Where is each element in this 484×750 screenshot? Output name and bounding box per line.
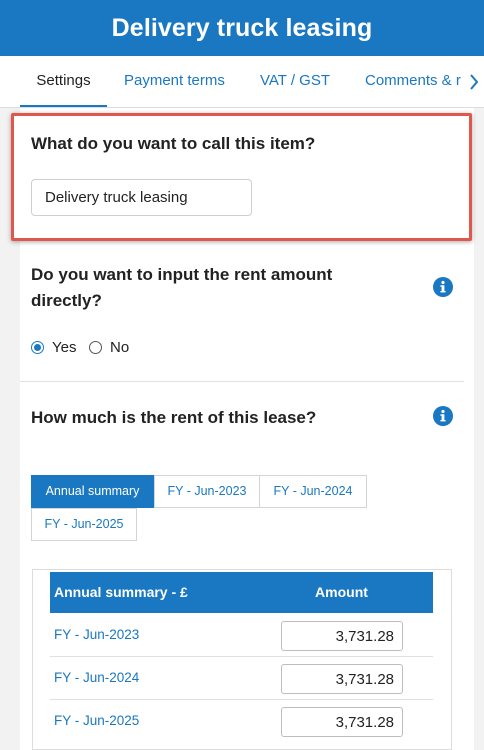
radio-yes-circle[interactable]	[31, 341, 44, 354]
info-icon[interactable]	[433, 406, 453, 426]
amount-input[interactable]	[281, 621, 403, 651]
table-row-divider	[50, 699, 433, 700]
rent-direct-question-line1: Do you want to input the rent amount	[31, 265, 333, 284]
table-header-amount: Amount	[250, 572, 433, 613]
tab-settings[interactable]: Settings	[20, 56, 107, 107]
amount-input[interactable]	[281, 707, 403, 737]
period-tab-annual-summary[interactable]: Annual summary	[31, 475, 154, 508]
section-divider	[20, 381, 464, 382]
table-row-label: FY - Jun-2023	[54, 627, 140, 642]
radio-yes[interactable]: Yes	[31, 339, 76, 356]
radio-no-circle[interactable]	[89, 341, 102, 354]
tab-vat-gst[interactable]: VAT / GST	[260, 56, 330, 107]
amount-input[interactable]	[281, 664, 403, 694]
rent-direct-question-line2: directly?	[31, 291, 102, 310]
radio-no-label: No	[110, 339, 130, 356]
period-tab-fy-jun-2025[interactable]: FY - Jun-2025	[31, 508, 137, 541]
chevron-right-icon	[470, 74, 479, 90]
tab-payment-terms[interactable]: Payment terms	[124, 56, 225, 107]
period-tab-fy-jun-2023[interactable]: FY - Jun-2023	[154, 475, 260, 508]
tab-comments[interactable]: Comments & r	[365, 56, 461, 107]
info-icon[interactable]	[433, 277, 453, 297]
period-tab-fy-jun-2024[interactable]: FY - Jun-2024	[259, 475, 367, 508]
page-title: Delivery truck leasing	[111, 13, 373, 42]
page-header: Delivery truck leasing	[0, 0, 484, 56]
tabs-scroll-right-button[interactable]	[464, 56, 484, 107]
table-row-divider	[50, 656, 433, 657]
tab-bar: Settings Payment terms VAT / GST Comment…	[0, 56, 484, 108]
item-name-question: What do you want to call this item?	[31, 134, 316, 153]
table-row-label: FY - Jun-2024	[54, 670, 140, 685]
radio-yes-label: Yes	[52, 339, 77, 356]
table-row-label: FY - Jun-2025	[54, 713, 140, 728]
radio-no[interactable]: No	[89, 339, 129, 356]
rent-amount-question: How much is the rent of this lease?	[31, 408, 317, 427]
rent-direct-question: Do you want to input the rent amount dir…	[31, 262, 332, 314]
item-name-input[interactable]	[31, 179, 252, 216]
